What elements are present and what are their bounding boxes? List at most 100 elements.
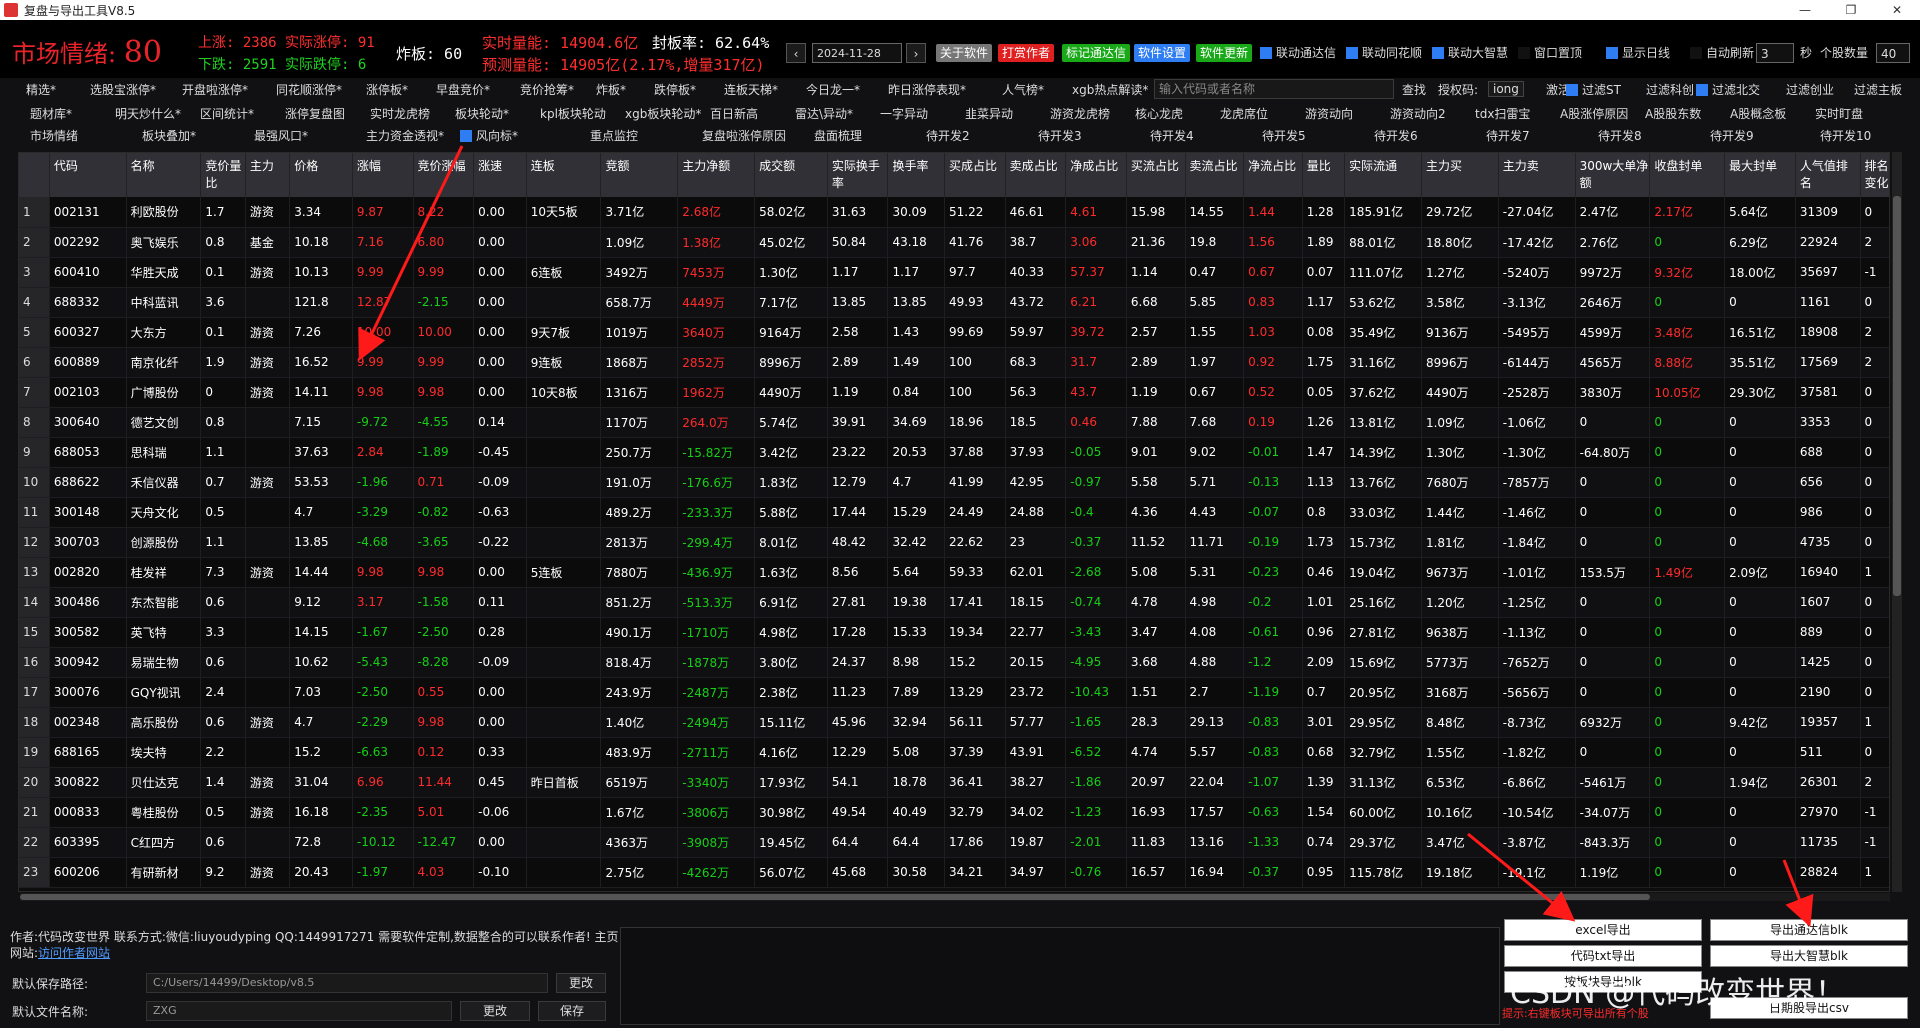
toolbar-item[interactable]: 待开发10 xyxy=(1820,127,1871,144)
column-header[interactable]: 实际流通 xyxy=(1344,153,1422,197)
toolbar-item[interactable]: 连板天梯* xyxy=(724,81,778,98)
excel-export-button[interactable]: excel导出 xyxy=(1504,919,1702,941)
table-row[interactable]: 3 600410 华胜天成 0.1 游资 10.13 9.99 9.99 0.00 6连板 3492… xyxy=(19,257,1889,288)
toolbar-item[interactable]: 一字异动 xyxy=(880,105,928,122)
column-header[interactable]: 竞价涨幅 xyxy=(413,153,475,197)
column-header[interactable]: 主力买 xyxy=(1421,153,1499,197)
toolbar-item[interactable]: 早盘竞价* xyxy=(436,81,490,98)
table-row[interactable]: 4 688332 中科蓝讯 3.6 121.8 12.87 -2.15 0.00 658.7万 4… xyxy=(19,287,1889,318)
software-update-button[interactable]: 软件更新 xyxy=(1196,44,1253,62)
minimize-icon[interactable]: — xyxy=(1782,0,1828,20)
column-header[interactable]: 涨幅 xyxy=(352,153,414,197)
refresh-seconds-input[interactable]: 3 xyxy=(1756,43,1794,63)
toolbar-item[interactable]: 最强风口* xyxy=(254,127,308,144)
toolbar-item[interactable]: 主力资金透视* xyxy=(366,127,444,144)
stock-count-input[interactable]: 40 xyxy=(1876,43,1910,63)
change-path-button[interactable]: 更改 xyxy=(556,973,606,993)
toolbar-item[interactable]: 重点监控 xyxy=(590,127,638,144)
date-input[interactable]: 2024-11-28 xyxy=(812,43,902,63)
toolbar-item[interactable]: 区间统计* xyxy=(200,105,254,122)
toolbar-item[interactable]: 板块叠加* xyxy=(142,127,196,144)
table-row[interactable]: 7 002103 广博股份 0 游资 14.11 9.98 9.98 0.00 10天8板 1316… xyxy=(19,377,1889,408)
toolbar-item[interactable]: 待开发2 xyxy=(926,127,970,144)
table-row[interactable]: 5 600327 大东方 0.1 游资 7.26 10.00 10.00 0.00 9天7板 101… xyxy=(19,317,1889,348)
toolbar-item[interactable]: 炸板* xyxy=(596,81,626,98)
filter-checkbox[interactable]: 过滤创业 xyxy=(1770,81,1834,98)
close-icon[interactable]: ✕ xyxy=(1874,0,1920,20)
table-row[interactable]: 22 603395 C红四方 0.6 72.8 -10.12 -12.47 0.00 4363万… xyxy=(19,827,1889,858)
horizontal-scrollbar[interactable] xyxy=(20,893,1890,901)
software-settings-button[interactable]: 软件设置 xyxy=(1134,44,1191,62)
toolbar-item[interactable]: kpl板块轮动 xyxy=(540,105,606,122)
column-header[interactable]: 卖流占比 xyxy=(1185,153,1245,197)
mark-tdx-button[interactable]: 标记通达信 xyxy=(1062,44,1131,62)
table-row[interactable]: 1 002131 利欧股份 1.7 游资 3.34 9.87 8.22 0.00 10天5板 3.7… xyxy=(19,197,1889,228)
toolbar-item[interactable]: xgb热点解读* xyxy=(1072,81,1148,98)
column-header[interactable]: 卖成占比 xyxy=(1005,153,1067,197)
column-header[interactable]: 换手率 xyxy=(887,153,946,197)
toolbar-item[interactable]: 待开发6 xyxy=(1374,127,1418,144)
about-button[interactable]: 关于软件 xyxy=(936,44,993,62)
column-header[interactable]: 代码 xyxy=(49,153,127,197)
column-header[interactable]: 收盘封单 xyxy=(1649,153,1726,197)
toolbar-item[interactable]: 涨停板* xyxy=(366,81,408,98)
export-dzh-blk-button[interactable]: 导出大智慧blk xyxy=(1710,945,1908,967)
table-row[interactable]: 19 688165 埃夫特 2.2 15.2 -6.63 0.12 0.33 483.9万 -27… xyxy=(19,737,1889,768)
toolbar-item[interactable]: 竞价抢筹* xyxy=(520,81,574,98)
toolbar-item[interactable]: 选股宝涨停* xyxy=(90,81,156,98)
column-header[interactable]: 连板 xyxy=(526,153,602,197)
toolbar-item[interactable]: 实时盯盘 xyxy=(1815,105,1863,122)
toolbar-item[interactable]: 核心龙虎 xyxy=(1135,105,1183,122)
toolbar-item[interactable]: 跌停板* xyxy=(654,81,696,98)
table-row[interactable]: 8 300640 德艺文创 0.8 7.15 -9.72 -4.55 0.14 1170万 264… xyxy=(19,407,1889,438)
table-row[interactable]: 13 002820 桂发祥 7.3 游资 14.44 9.98 9.98 0.00 5连板 7880… xyxy=(19,557,1889,588)
toolbar-item[interactable]: 盘面梳理 xyxy=(814,127,862,144)
save-path-input[interactable]: C:/Users/14499/Desktop/v8.5 xyxy=(146,973,548,993)
table-row[interactable]: 2 002292 奥飞娱乐 0.8 基金 10.18 7.16 6.80 0.00 1.09亿 1.… xyxy=(19,227,1889,258)
file-name-input[interactable]: ZXG xyxy=(146,1001,452,1021)
code-txt-export-button[interactable]: 代码txt导出 xyxy=(1504,945,1702,967)
column-header[interactable]: 竞价量比 xyxy=(200,153,246,197)
column-header[interactable]: 涨速 xyxy=(473,153,527,197)
table-row[interactable]: 11 300148 天舟文化 0.5 4.7 -3.29 -0.82 -0.63 489.2万 -… xyxy=(19,497,1889,528)
toolbar-item[interactable]: 同花顺涨停* xyxy=(276,81,342,98)
toolbar-item[interactable]: 龙虎席位 xyxy=(1220,105,1268,122)
toolbar-item[interactable]: 待开发7 xyxy=(1486,127,1530,144)
column-header[interactable]: 价格 xyxy=(289,153,353,197)
toolbar-item[interactable]: xgb板块轮动* xyxy=(625,105,701,122)
toolbar-item[interactable]: 待开发5 xyxy=(1262,127,1306,144)
table-row[interactable]: 6 600889 南京化纤 1.9 游资 16.52 9.99 9.99 0.00 9连板 1868… xyxy=(19,347,1889,378)
table-row[interactable]: 16 300942 易瑞生物 0.6 10.62 -5.43 -8.28 -0.09 818.4… xyxy=(19,647,1889,678)
toolbar-item[interactable]: tdx扫雷宝 xyxy=(1475,105,1530,122)
maximize-icon[interactable]: ❐ xyxy=(1828,0,1874,20)
filter-checkbox[interactable]: 过滤主板 xyxy=(1838,81,1902,98)
prev-date-button[interactable]: ‹ xyxy=(786,43,806,63)
search-button[interactable]: 查找 xyxy=(1402,81,1426,98)
table-row[interactable]: 12 300703 创源股份 1.1 13.85 -4.68 -3.65 -0.22 2813万… xyxy=(19,527,1889,558)
table-row[interactable]: 23 600206 有研新材 9.2 游资 20.43 -1.97 4.03 -0.10 2.75… xyxy=(19,857,1889,888)
author-website-link[interactable]: 访问作者网站 xyxy=(38,946,110,960)
toolbar-item[interactable]: 涨停复盘图 xyxy=(285,105,345,122)
column-header[interactable]: 净成占比 xyxy=(1065,153,1127,197)
toolbar-item[interactable]: A股股东数 xyxy=(1645,105,1701,122)
column-header[interactable]: 名称 xyxy=(126,153,202,197)
scroll-thumb[interactable] xyxy=(20,894,1650,900)
column-header[interactable]: 竞额 xyxy=(600,153,679,197)
toolbar-item[interactable]: 待开发3 xyxy=(1038,127,1082,144)
toolbar-item[interactable]: 人气榜* xyxy=(1002,81,1044,98)
toolbar-item[interactable]: 待开发8 xyxy=(1598,127,1642,144)
toolbar-item[interactable]: 精选* xyxy=(26,81,56,98)
table-row[interactable]: 9 688053 思科瑞 1.1 37.63 2.84 -1.89 -0.45 250.7万 -1… xyxy=(19,437,1889,468)
filter-checkbox[interactable]: 过滤ST xyxy=(1566,81,1621,98)
auth-code-input[interactable]: iong xyxy=(1488,81,1524,97)
table-row[interactable]: 10 688622 禾信仪器 0.7 游资 53.53 -1.96 0.71 -0.09 191.… xyxy=(19,467,1889,498)
link-tdx-checkbox[interactable]: 联动通达信 xyxy=(1260,43,1336,63)
column-header[interactable]: 净流占比 xyxy=(1243,153,1303,197)
column-header[interactable]: 排名变化 xyxy=(1860,153,1889,197)
toolbar-item[interactable]: 题材库* xyxy=(30,105,72,122)
column-header[interactable]: 买流占比 xyxy=(1126,153,1186,197)
toolbar-item[interactable]: 市场情绪 xyxy=(30,127,78,144)
save-button[interactable]: 保存 xyxy=(538,1001,606,1021)
toolbar-item[interactable]: 开盘啦涨停* xyxy=(182,81,248,98)
toolbar-item[interactable]: 游资动向 xyxy=(1305,105,1353,122)
